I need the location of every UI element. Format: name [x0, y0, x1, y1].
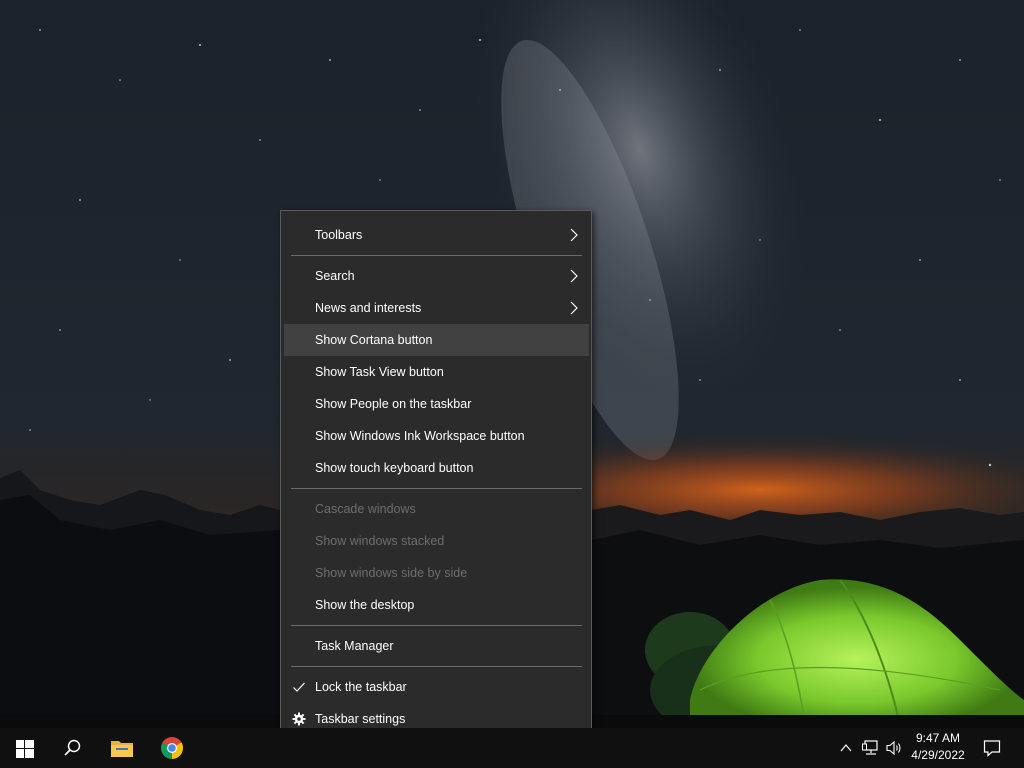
folder-icon: [111, 741, 133, 757]
menu-item-label: News and interests: [315, 301, 422, 315]
menu-item-task-manager[interactable]: Task Manager: [284, 630, 589, 662]
menu-item-label: Show Cortana button: [315, 333, 433, 347]
file-explorer-button[interactable]: [98, 728, 146, 768]
volume-icon[interactable]: [886, 740, 904, 756]
menu-item-label: Show Task View button: [315, 365, 444, 379]
desktop[interactable]: Toolbars Search News and interests Show …: [0, 0, 1024, 768]
taskbar[interactable]: 9:47 AM 4/29/2022: [0, 728, 1024, 768]
menu-item-show-windows-side-by-side: Show windows side by side: [284, 557, 589, 589]
menu-item-show-the-desktop[interactable]: Show the desktop: [284, 589, 589, 621]
chevron-up-icon[interactable]: [840, 742, 852, 754]
menu-separator: [291, 666, 582, 667]
chrome-icon: [161, 737, 183, 759]
menu-item-show-windows-stacked: Show windows stacked: [284, 525, 589, 557]
menu-item-label: Show windows side by side: [315, 566, 468, 580]
menu-item-label: Show the desktop: [315, 598, 415, 612]
menu-item-label: Search: [315, 269, 355, 283]
action-center-icon[interactable]: [983, 739, 1001, 757]
menu-item-label: Show Windows Ink Workspace button: [315, 429, 525, 443]
menu-item-cascade-windows: Cascade windows: [284, 493, 589, 525]
start-button[interactable]: [0, 728, 48, 768]
chevron-right-icon: [570, 269, 578, 283]
menu-item-label: Show touch keyboard button: [315, 461, 474, 475]
menu-item-lock-the-taskbar[interactable]: Lock the taskbar: [284, 671, 589, 703]
menu-separator: [291, 255, 582, 256]
search-icon: [64, 739, 81, 756]
menu-item-label: Task Manager: [315, 639, 394, 653]
menu-item-show-windows-ink-workspace-button[interactable]: Show Windows Ink Workspace button: [284, 420, 589, 452]
taskbar-context-menu: Toolbars Search News and interests Show …: [280, 210, 592, 743]
chrome-button[interactable]: [148, 728, 196, 768]
menu-item-show-touch-keyboard-button[interactable]: Show touch keyboard button: [284, 452, 589, 484]
menu-item-label: Show windows stacked: [315, 534, 445, 548]
menu-separator: [291, 488, 582, 489]
menu-item-search[interactable]: Search: [284, 260, 589, 292]
gear-icon: [292, 712, 306, 726]
menu-item-show-people-on-taskbar[interactable]: Show People on the taskbar: [284, 388, 589, 420]
clock-date: 4/29/2022: [911, 748, 965, 762]
menu-item-show-task-view-button[interactable]: Show Task View button: [284, 356, 589, 388]
chevron-right-icon: [570, 301, 578, 315]
network-icon[interactable]: [862, 740, 880, 756]
menu-item-news-and-interests[interactable]: News and interests: [284, 292, 589, 324]
chevron-right-icon: [570, 228, 578, 242]
menu-item-toolbars[interactable]: Toolbars: [284, 219, 589, 251]
menu-item-label: Lock the taskbar: [315, 680, 407, 694]
clock-time: 9:47 AM: [915, 731, 961, 745]
checkmark-icon: [293, 682, 305, 692]
menu-item-label: Cascade windows: [315, 502, 416, 516]
menu-item-label: Toolbars: [315, 228, 363, 242]
menu-item-label: Show People on the taskbar: [315, 397, 472, 411]
windows-logo-icon: [16, 740, 34, 758]
menu-separator: [291, 625, 582, 626]
menu-item-show-cortana-button[interactable]: Show Cortana button: [284, 324, 589, 356]
search-button[interactable]: [48, 728, 96, 768]
